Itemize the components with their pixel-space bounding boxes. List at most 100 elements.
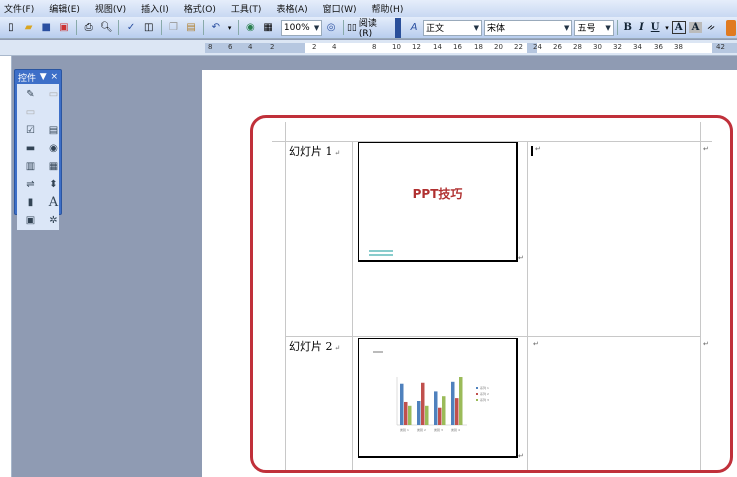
control-toolbox-palette: 控件 ▼ × ✎ ▭ ▭ ☑ ▤ ▬ ◉ ▥ ▦ ⇌ ⬍ ▮ A ▣ ✲ (14, 69, 64, 230)
spelling-icon[interactable]: ✓ (123, 20, 139, 36)
hyperlink-icon[interactable]: ◉ (243, 20, 259, 36)
ruler-tick: 18 (474, 43, 483, 51)
research-icon[interactable]: ◫ (141, 20, 157, 36)
table-icon[interactable]: ▦ (260, 20, 276, 36)
ruler-tick: 34 (633, 43, 642, 51)
spin-button-icon[interactable]: ⬍ (43, 176, 64, 192)
print-preview-icon[interactable]: 🔍︎ (99, 20, 115, 36)
palette-title: 控件 (18, 73, 37, 84)
zoom-select[interactable]: 100% ▼ (280, 19, 323, 36)
ruler-tick: 16 (453, 43, 462, 51)
bold-button[interactable]: B (621, 22, 635, 33)
textbox-icon[interactable]: ▤ (43, 122, 64, 138)
properties-icon[interactable]: ▭ (43, 86, 64, 102)
toolbar: ▯ ▰ ■ ▣ ⎙ 🔍︎ ✓ ◫ ❐ ▤ ↶ ▾ ◉ ▦ 100% ▼ ◎ ▯▯ 阅… (0, 17, 737, 39)
ruler-tick: 8 (372, 43, 377, 51)
ruler-tick: 2 (312, 43, 317, 51)
ruler-tick: 22 (514, 43, 523, 51)
separator (237, 20, 239, 35)
menu-item[interactable]: 编辑(E) (49, 2, 80, 15)
scale-icon[interactable]: ᨀ (703, 20, 719, 36)
menu-item[interactable]: 格式(O) (184, 2, 216, 15)
ruler-tick: 28 (573, 43, 582, 51)
highlight-icon[interactable] (726, 19, 736, 36)
help-icon[interactable]: ◎ (323, 20, 339, 36)
scrollbar-icon[interactable]: ▮ (20, 194, 41, 210)
command-button-icon[interactable]: ▬ (20, 140, 41, 156)
zoom-value: 100% (283, 22, 310, 33)
undo-dropdown-icon[interactable]: ▾ (226, 20, 234, 36)
chevron-down-icon: ▼ (605, 23, 611, 32)
option-button-icon[interactable]: ◉ (43, 140, 64, 156)
close-icon[interactable]: × (50, 72, 58, 82)
styles-icon[interactable]: A (406, 20, 422, 36)
menu-item[interactable]: 视图(V) (95, 2, 126, 15)
ruler-tick: 38 (674, 43, 683, 51)
ruler-tick: 10 (392, 43, 401, 51)
ruler-tick: 4 (332, 43, 337, 51)
ruler-tick: 26 (553, 43, 562, 51)
highlight-frame (250, 115, 733, 473)
menu-item[interactable]: 表格(A) (276, 2, 307, 15)
chevron-down-icon: ▼ (473, 23, 479, 32)
permission-icon[interactable]: ▣ (56, 20, 72, 36)
menu-item[interactable]: 工具(T) (231, 2, 262, 15)
undo-icon[interactable]: ↶ (208, 20, 224, 36)
paste-icon[interactable]: ▤ (183, 20, 199, 36)
menu-item[interactable]: 帮助(H) (372, 2, 404, 15)
font-size-select[interactable]: 五号 ▼ (574, 19, 614, 36)
menu-item[interactable]: 窗口(W) (323, 2, 357, 15)
ruler-tick: 20 (494, 43, 503, 51)
design-mode-icon[interactable]: ✎ (20, 86, 41, 102)
checkbox-icon[interactable]: ☑ (20, 122, 41, 138)
more-controls-icon[interactable]: ✲ (43, 212, 64, 228)
ruler-tick: 12 (412, 43, 421, 51)
separator (75, 20, 77, 35)
ruler-tick: 24 (533, 43, 542, 51)
separator (202, 20, 204, 35)
underline-button[interactable]: U (648, 22, 662, 33)
ruler-tick: 2 (270, 43, 275, 51)
style-select[interactable]: 正文 ▼ (422, 19, 482, 36)
menu-item[interactable]: 插入(I) (141, 2, 169, 15)
label-icon[interactable]: A (43, 194, 64, 210)
read-mode-button[interactable]: ▯▯ 阅读(R) (347, 16, 389, 39)
vertical-ruler[interactable] (0, 56, 12, 477)
print-icon[interactable]: ⎙ (81, 20, 97, 36)
toggle-button-icon[interactable]: ⇌ (20, 176, 41, 192)
horizontal-ruler[interactable]: 8 6 4 2 2 4 8 10 12 14 16 18 20 22 24 26 28 30 32 34 36 38 42 (0, 40, 737, 56)
listbox-icon[interactable]: ▥ (20, 158, 41, 174)
copy-icon[interactable]: ❐ (166, 20, 182, 36)
italic-button[interactable]: I (635, 22, 649, 33)
combobox-icon[interactable]: ▦ (43, 158, 64, 174)
chevron-down-icon[interactable]: ▼ (40, 72, 47, 82)
ruler-margin-left (205, 43, 305, 53)
ruler-tick: 14 (433, 43, 442, 51)
font-select[interactable]: 宋体 ▼ (483, 19, 573, 36)
style-value: 正文 (425, 24, 444, 34)
read-label: 阅读(R) (358, 19, 377, 39)
view-code-icon[interactable]: ▭ (20, 104, 41, 120)
toolbar-grip[interactable] (395, 17, 402, 38)
menu-item[interactable]: 文件(F) (4, 2, 34, 15)
separator (616, 20, 618, 35)
palette-header[interactable]: 控件 ▼ × (15, 70, 61, 84)
open-icon[interactable]: ▰ (21, 20, 37, 36)
save-icon[interactable]: ■ (38, 20, 54, 36)
font-value: 宋体 (486, 24, 505, 34)
book-icon: ▯▯ (346, 22, 357, 33)
ruler-tick: 36 (654, 43, 663, 51)
chevron-down-icon: ▼ (564, 23, 570, 32)
char-shading-button[interactable]: A (688, 22, 703, 33)
ruler-tick: 32 (613, 43, 622, 51)
ruler-tick: 8 (208, 43, 213, 51)
separator (118, 20, 120, 35)
char-border-button[interactable]: A (671, 21, 686, 34)
ruler-text-area (537, 43, 712, 53)
menu-bar: 文件(F) 编辑(E) 视图(V) 插入(I) 格式(O) 工具(T) 表格(A) 窗口(W)… (0, 0, 737, 17)
image-icon[interactable]: ▣ (20, 212, 41, 228)
new-icon[interactable]: ▯ (3, 20, 19, 36)
separator (342, 20, 344, 35)
ruler-tick: 4 (248, 43, 253, 51)
underline-dropdown-icon[interactable]: ▾ (663, 20, 671, 36)
